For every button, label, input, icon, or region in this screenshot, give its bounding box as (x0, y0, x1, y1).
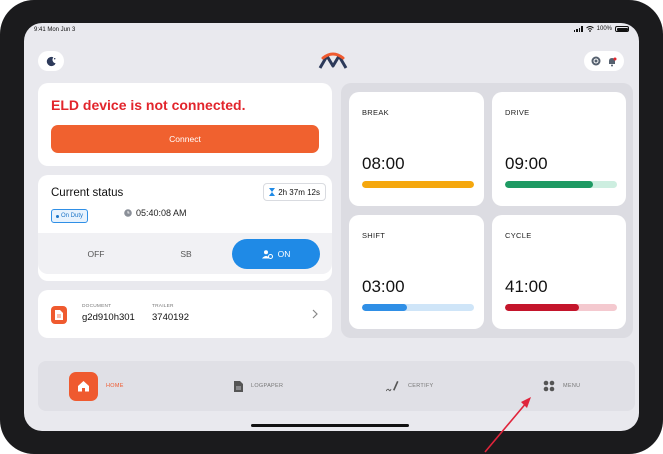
app-logo (318, 52, 348, 69)
notification-bell-icon[interactable] (607, 56, 617, 67)
document-label: DOCUMENT (82, 304, 112, 309)
connect-button[interactable]: Connect (51, 125, 319, 153)
app-screen: 9:41 Mon Jun 3 100% ELD device is not co… (24, 23, 639, 431)
signal-icon (573, 26, 583, 32)
signature-pen-icon (386, 381, 399, 392)
document-info: DOCUMENT g2d910h301 (82, 304, 135, 323)
timer-progress-bar (362, 181, 474, 188)
timer-progress-fill (362, 181, 474, 188)
nav-home[interactable]: HOME (69, 361, 124, 411)
duty-status-selector: OFF SB ON (38, 233, 332, 274)
eld-error-message: ELD device is not connected. (51, 97, 246, 113)
trailer-value: 3740192 (152, 312, 189, 323)
timer-value: 2h 37m 12s (278, 187, 320, 197)
battery-percent: 100% (596, 26, 612, 32)
driver-icon (261, 249, 273, 259)
clock-time-value: 05:40:08 AM (136, 208, 187, 218)
status-indicators: 100% (573, 26, 629, 32)
nav-certify[interactable]: CERTIFY (386, 361, 434, 411)
trailer-info: TRAILER 3740192 (152, 304, 189, 323)
status-option-on-label: ON (277, 249, 291, 259)
logpaper-icon (234, 380, 243, 392)
timer-time: 08:00 (362, 154, 405, 173)
timer-progress-fill (362, 304, 407, 311)
timer-label: CYCLE (505, 231, 532, 240)
nav-menu[interactable]: MENU (543, 361, 580, 411)
header-actions (584, 51, 624, 71)
duty-badge-label: On Duty (61, 213, 84, 219)
status-option-on[interactable]: ON (232, 239, 320, 269)
document-card[interactable]: DOCUMENT g2d910h301 TRAILER 3740192 (38, 290, 332, 338)
timer-progress-bar (505, 304, 617, 311)
status-clock: 05:40:08 AM (124, 208, 187, 218)
status-timer: 2h 37m 12s (263, 183, 326, 201)
status-option-off[interactable]: OFF (52, 239, 140, 269)
nav-logpaper-label: LOGPAPER (251, 383, 284, 389)
timer-progress-fill (505, 304, 579, 311)
battery-icon (615, 26, 629, 32)
theme-toggle-button[interactable] (38, 51, 64, 71)
sync-icon[interactable] (591, 56, 601, 66)
home-icon (69, 371, 98, 401)
status-bar: 9:41 Mon Jun 3 100% (24, 23, 639, 37)
dot-icon (56, 214, 59, 218)
nav-logpaper[interactable]: LOGPAPER (234, 361, 283, 411)
timers-panel: BREAK 08:00 DRIVE 09:00 SHIFT 03:00 CYCL… (341, 83, 633, 338)
timer-label: SHIFT (362, 231, 386, 240)
document-value: g2d910h301 (82, 312, 135, 323)
timer-time: 09:00 (505, 154, 548, 173)
timer-tile-cycle: CYCLE 41:00 (492, 215, 626, 329)
timer-tile-drive: DRIVE 09:00 (492, 92, 626, 206)
nav-certify-label: CERTIFY (408, 383, 434, 389)
timer-label: DRIVE (505, 108, 530, 117)
nav-menu-label: MENU (563, 383, 581, 389)
timer-tile-break: BREAK 08:00 (349, 92, 484, 206)
chevron-right-icon (312, 309, 318, 319)
wifi-icon (585, 26, 594, 32)
document-icon (51, 306, 67, 324)
timer-progress-bar (362, 304, 474, 311)
bottom-nav: HOME LOGPAPER CERTIFY MENU (38, 361, 635, 411)
timer-progress-bar (505, 181, 617, 188)
clock-icon (124, 209, 132, 217)
timer-time: 03:00 (362, 277, 405, 296)
hourglass-icon (269, 188, 276, 196)
timer-time: 41:00 (505, 277, 548, 296)
tablet-frame: 9:41 Mon Jun 3 100% ELD device is not co… (0, 0, 663, 454)
moon-icon (46, 56, 56, 66)
current-status-title: Current status (51, 187, 124, 199)
menu-grid-icon (543, 380, 555, 392)
duty-status-badge: On Duty (51, 209, 89, 223)
status-option-sb[interactable]: SB (142, 239, 230, 269)
current-status-card: Current status 2h 37m 12s On Duty 05:40:… (38, 175, 332, 281)
trailer-label: TRAILER (152, 304, 174, 309)
status-time: 9:41 Mon Jun 3 (34, 27, 76, 33)
timer-tile-shift: SHIFT 03:00 (349, 215, 484, 329)
nav-home-label: HOME (106, 383, 124, 389)
home-indicator (251, 424, 409, 427)
timer-label: BREAK (362, 108, 389, 117)
eld-connection-card: ELD device is not connected. Connect (38, 83, 332, 166)
timer-progress-fill (505, 181, 594, 188)
